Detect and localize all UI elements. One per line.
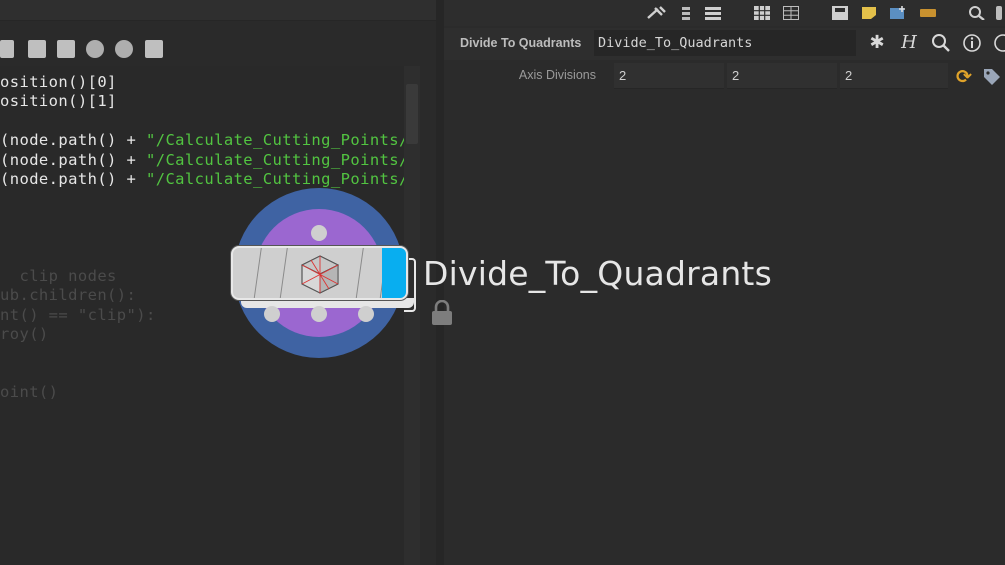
- export-icon[interactable]: [57, 40, 75, 58]
- code-text: oint(): [0, 383, 59, 402]
- search-icon[interactable]: [968, 6, 986, 20]
- code-line: roy(): [0, 325, 49, 344]
- code-line: osition()[0]: [0, 73, 117, 92]
- note-icon[interactable]: [861, 6, 877, 20]
- grid-icon[interactable]: [754, 6, 770, 20]
- editor-toolbar: [0, 36, 440, 64]
- code-text: osition()[1]: [0, 92, 117, 111]
- code-text: roy(): [0, 325, 49, 344]
- help-h-icon[interactable]: H: [898, 32, 920, 54]
- code-text: clip nodes: [0, 267, 117, 285]
- code-editor-pane: osition()[0] osition()[1] (node.path() + "…: [0, 0, 440, 565]
- code-text: ub.children():: [0, 286, 137, 305]
- speech-icon[interactable]: [115, 40, 133, 58]
- axis-divisions-z-field[interactable]: 2: [840, 63, 948, 89]
- import-icon[interactable]: [28, 40, 46, 58]
- axis-divisions-label: Axis Divisions: [518, 68, 596, 82]
- gear-icon[interactable]: ✱: [866, 32, 888, 54]
- magnify-icon[interactable]: [930, 32, 952, 54]
- axis-divisions-y-field[interactable]: 2: [727, 63, 837, 89]
- code-text: osition()[0]: [0, 73, 117, 91]
- code-string-literal: "/Calculate_Cutting_Points/Z: [145, 170, 404, 188]
- list-icon[interactable]: [705, 6, 721, 20]
- box-icon[interactable]: [920, 6, 936, 20]
- node-name-field[interactable]: Divide_To_Quadrants: [594, 30, 856, 56]
- edit-icon[interactable]: [145, 40, 163, 58]
- code-line: (node.path() + "/Calculate_Cutting_Point…: [0, 151, 404, 170]
- info-icon[interactable]: [961, 32, 983, 54]
- code-line: osition()[1]: [0, 92, 117, 111]
- help-edge-icon[interactable]: [992, 32, 1005, 54]
- scroll-thumb[interactable]: [406, 84, 418, 144]
- code-line: oint(): [0, 383, 58, 402]
- parameter-pane: Divide To Quadrants Divide_To_Quadrants …: [444, 0, 1005, 565]
- top-toolbar: [444, 0, 1005, 26]
- editor-top-strip: [0, 0, 440, 21]
- axis-divisions-x-field[interactable]: 2: [614, 63, 724, 89]
- axis-divisions-row: Axis Divisions 2 2 2 ⟳: [444, 62, 1005, 90]
- table-icon[interactable]: [783, 6, 799, 20]
- code-line: clip nodes: [0, 267, 117, 286]
- node-type-label: Divide To Quadrants: [460, 36, 582, 50]
- pin-icon[interactable]: [646, 6, 666, 20]
- comment-icon[interactable]: [86, 40, 104, 58]
- code-text: (node.path() +: [0, 170, 146, 188]
- tree-icon[interactable]: [678, 6, 694, 20]
- overflow-edge-icon: [996, 6, 1002, 20]
- code-string-literal: "/Calculate_Cutting_Points/X: [145, 131, 404, 150]
- pane-divider[interactable]: [436, 0, 444, 565]
- code-text: nt() == "clip"):: [0, 305, 156, 324]
- code-text: (node.path() +: [0, 150, 146, 169]
- tag-icon[interactable]: [982, 67, 1002, 87]
- code-line: ub.children():: [0, 286, 136, 305]
- code-line: (node.path() + "/Calculate_Cutting_Point…: [0, 131, 404, 150]
- code-line: nt() == "clip"):: [0, 306, 156, 325]
- indent-icon[interactable]: [0, 40, 14, 58]
- refresh-icon[interactable]: ⟳: [953, 66, 975, 88]
- code-line: (node.path() + "/Calculate_Cutting_Point…: [0, 170, 404, 189]
- code-text: (node.path() +: [0, 131, 146, 150]
- code-scrollbar[interactable]: [404, 66, 420, 565]
- image-add-icon[interactable]: [890, 6, 906, 20]
- save-icon[interactable]: [832, 6, 848, 20]
- code-string-literal: "/Calculate_Cutting_Points/Y: [145, 150, 404, 169]
- code-area[interactable]: osition()[0] osition()[1] (node.path() + "…: [0, 66, 404, 565]
- node-header: Divide To Quadrants Divide_To_Quadrants …: [444, 28, 1005, 60]
